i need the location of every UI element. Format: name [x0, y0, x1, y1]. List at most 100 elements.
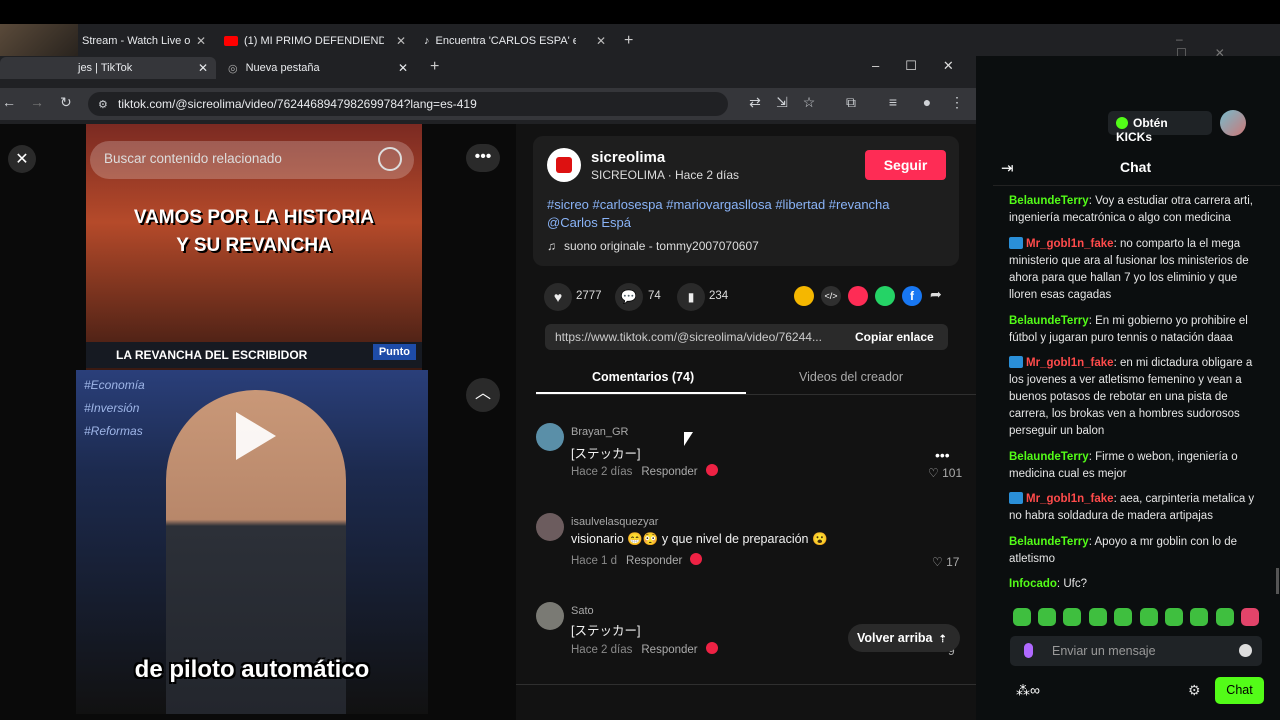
chat-input[interactable]: Enviar un mensaje: [1010, 636, 1262, 666]
comment-username[interactable]: Sato: [571, 605, 594, 617]
repost-icon[interactable]: [794, 286, 814, 306]
emoji-icon[interactable]: [1239, 644, 1252, 657]
caption-hashtags[interactable]: #sicreo #carlosespa #mariovargasllosa #l…: [547, 196, 890, 214]
emote-icon[interactable]: [1063, 608, 1081, 626]
comment-button[interactable]: 💬: [615, 283, 643, 311]
bookmark-star-icon[interactable]: ☆: [799, 94, 819, 111]
emote-icon[interactable]: [1241, 608, 1259, 626]
comment-like[interactable]: ♡ 101: [928, 466, 962, 480]
collapse-chat-icon[interactable]: ⇥: [1001, 159, 1014, 177]
chat-username[interactable]: Mr_gobl1n_fake: [1026, 357, 1114, 369]
back-icon[interactable]: ←: [2, 94, 16, 110]
chat-username[interactable]: Mr_gobl1n_fake: [1026, 493, 1114, 505]
emote-icon[interactable]: [1165, 608, 1183, 626]
inner-window-controls[interactable]: –☐✕: [872, 58, 980, 74]
chat-tools-icon[interactable]: ⁂∞: [1016, 682, 1040, 699]
comment-meta: Hace 2 días Responder: [571, 464, 718, 478]
new-tab-button[interactable]: +: [624, 32, 633, 50]
play-icon[interactable]: [236, 412, 276, 460]
reaction-icon[interactable]: [705, 642, 718, 654]
get-kicks-button[interactable]: Obtén KICKs: [1108, 111, 1212, 144]
tab-creator-videos[interactable]: Videos del creador: [799, 370, 903, 384]
comment-like[interactable]: ♡ 17: [932, 555, 959, 569]
comment-composer[interactable]: [516, 684, 976, 720]
chat-username[interactable]: BelaundeTerry: [1009, 195, 1089, 207]
chat-username[interactable]: BelaundeTerry: [1009, 451, 1089, 463]
reply-link[interactable]: Responder: [641, 644, 697, 656]
emote-icon[interactable]: [1216, 608, 1234, 626]
avatar[interactable]: [536, 602, 564, 630]
outer-tab-tiktok[interactable]: ♪ Encuentra 'CARLOS ESPA' en Ti ✕: [424, 30, 606, 52]
caption-line: Y SU REVANCHA: [176, 235, 332, 256]
extensions-icon[interactable]: ⧉: [841, 94, 861, 111]
user-avatar[interactable]: [1220, 110, 1246, 136]
post-username[interactable]: sicreolima: [591, 149, 665, 166]
emote-icon[interactable]: [1013, 608, 1031, 626]
sound-row[interactable]: ♫ suono originale - tommy2007070607: [547, 239, 759, 253]
chevron-up-icon[interactable]: ︿: [466, 378, 500, 412]
emote-icon[interactable]: [1038, 608, 1056, 626]
previous-video-card[interactable]: Buscar contenido relacionado VAMOS POR L…: [86, 124, 422, 370]
back-to-top-button[interactable]: Volver arriba ⇡: [848, 624, 960, 652]
tab-comments[interactable]: Comentarios (74): [592, 370, 694, 384]
avatar[interactable]: [536, 513, 564, 541]
settings-gear-icon[interactable]: ⚙: [1188, 682, 1201, 699]
close-icon[interactable]: ✕: [396, 34, 406, 48]
close-icon[interactable]: ✕: [8, 145, 36, 173]
reply-link[interactable]: Responder: [626, 555, 682, 567]
outer-tab-stream[interactable]: Stream - Watch Live o ✕: [82, 30, 206, 52]
reaction-icon[interactable]: [690, 553, 703, 565]
scrollbar[interactable]: [1276, 568, 1279, 594]
reload-icon[interactable]: ↻: [60, 94, 72, 111]
embed-icon[interactable]: </>: [821, 286, 841, 306]
chat-username[interactable]: Infocado: [1009, 578, 1057, 590]
post-meta: SICREOLIMA · Hace 2 días: [591, 168, 740, 182]
reply-link[interactable]: Responder: [641, 466, 697, 478]
emote-icon[interactable]: [1140, 608, 1158, 626]
new-tab-button[interactable]: +: [430, 58, 439, 76]
menu-dots-icon[interactable]: ⋮: [947, 94, 967, 111]
caption-mention[interactable]: @Carlos Espá: [547, 214, 890, 232]
reaction-icon[interactable]: [705, 464, 718, 476]
save-button[interactable]: ▮: [677, 283, 705, 311]
comment-username[interactable]: isaulvelasquezyar: [571, 516, 658, 528]
close-icon[interactable]: ✕: [596, 34, 606, 48]
site-info-icon[interactable]: ⚙: [98, 98, 108, 111]
outer-tab-youtube[interactable]: (1) MI PRIMO DEFENDIENDOSE ✕: [224, 30, 406, 52]
mic-icon[interactable]: [1024, 643, 1033, 658]
emote-icon[interactable]: [1089, 608, 1107, 626]
inner-tab-new[interactable]: ◎ Nueva pestaña ✕: [228, 58, 414, 78]
emote-icon[interactable]: [1190, 608, 1208, 626]
avatar[interactable]: [536, 423, 564, 451]
current-video-player[interactable]: #Economía #Inversión #Reformas de piloto…: [76, 370, 428, 714]
close-icon[interactable]: ✕: [198, 61, 208, 75]
address-bar[interactable]: ⚙ tiktok.com/@sicreolima/video/762446894…: [88, 92, 728, 116]
comment-options-icon[interactable]: •••: [935, 447, 950, 463]
whatsapp-icon[interactable]: [875, 286, 895, 306]
media-icon[interactable]: ≡: [883, 94, 903, 110]
send-chat-button[interactable]: Chat: [1215, 677, 1264, 704]
close-icon[interactable]: ✕: [196, 34, 206, 48]
share-arrow-icon[interactable]: ➦: [930, 286, 942, 303]
search-icon[interactable]: [378, 147, 402, 171]
send-icon[interactable]: [848, 286, 868, 306]
inner-tab-tiktok[interactable]: jes | TikTok ✕: [0, 57, 216, 79]
install-icon[interactable]: ⇲: [772, 94, 792, 111]
forward-icon[interactable]: →: [30, 94, 44, 110]
copy-link-button[interactable]: Copiar enlace: [855, 330, 934, 344]
avatar[interactable]: [547, 148, 581, 182]
profile-icon[interactable]: ●: [917, 94, 937, 110]
comment-username[interactable]: Brayan_GR: [571, 426, 628, 438]
facebook-icon[interactable]: f: [902, 286, 922, 306]
post-link[interactable]: https://www.tiktok.com/@sicreolima/video…: [555, 330, 840, 344]
chat-username[interactable]: BelaundeTerry: [1009, 536, 1089, 548]
chat-username[interactable]: BelaundeTerry: [1009, 315, 1089, 327]
more-options-icon[interactable]: •••: [466, 144, 500, 172]
search-input[interactable]: Buscar contenido relacionado: [90, 141, 414, 179]
close-icon[interactable]: ✕: [398, 61, 408, 75]
chat-username[interactable]: Mr_gobl1n_fake: [1026, 238, 1114, 250]
follow-button[interactable]: Seguir: [865, 150, 946, 180]
translate-icon[interactable]: ⇄: [745, 94, 765, 111]
emote-icon[interactable]: [1114, 608, 1132, 626]
like-button[interactable]: ♥: [544, 283, 572, 311]
